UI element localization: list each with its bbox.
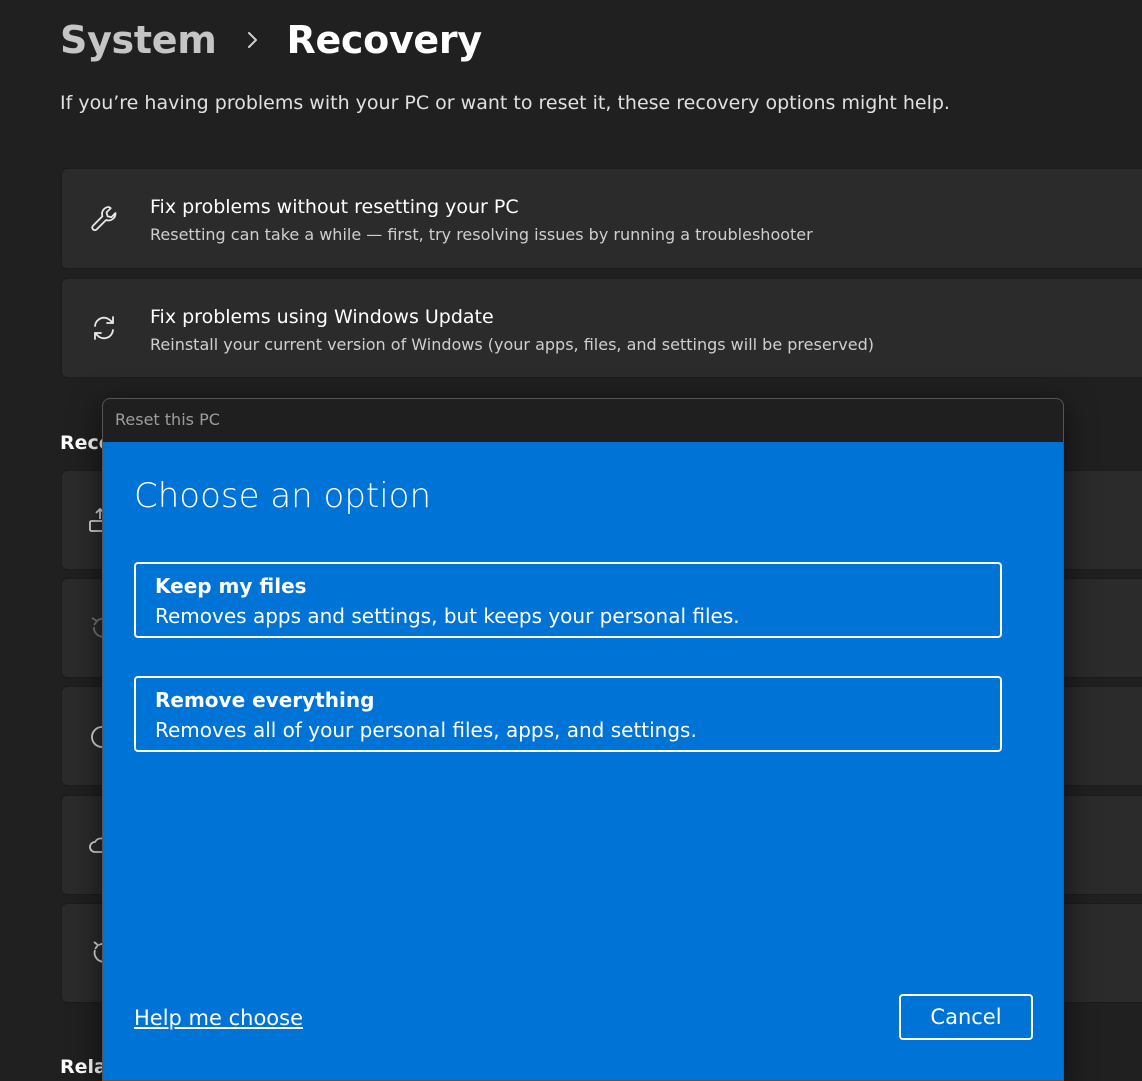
card-subtitle: Resetting can take a while — first, try … xyxy=(150,225,813,244)
card-subtitle: Reinstall your current version of Window… xyxy=(150,335,874,354)
card-title: Fix problems without resetting your PC xyxy=(150,196,519,218)
dialog-titlebar[interactable]: Reset this PC xyxy=(103,399,1063,442)
fix-without-reset-card[interactable]: Fix problems without resetting your PC R… xyxy=(61,168,1142,269)
keep-my-files-button[interactable]: Keep my files Removes apps and settings,… xyxy=(134,562,1002,638)
fix-windows-update-card[interactable]: Fix problems using Windows Update Reinst… xyxy=(61,278,1142,378)
card-title: Fix problems using Windows Update xyxy=(150,306,494,328)
breadcrumb: System Recovery xyxy=(60,12,482,68)
dialog-body: Choose an option Keep my files Removes a… xyxy=(103,442,1063,1080)
reset-pc-dialog: Reset this PC Choose an option Keep my f… xyxy=(102,398,1064,1081)
dialog-heading: Choose an option xyxy=(134,476,432,516)
breadcrumb-system-link[interactable]: System xyxy=(60,18,217,62)
help-me-choose-link[interactable]: Help me choose xyxy=(134,1006,303,1030)
page-title: Recovery xyxy=(286,18,483,62)
option-description: Removes apps and settings, but keeps you… xyxy=(155,604,740,628)
cancel-button[interactable]: Cancel xyxy=(899,994,1033,1040)
dialog-title: Reset this PC xyxy=(115,410,220,429)
page-description: If you’re having problems with your PC o… xyxy=(60,92,950,114)
chevron-right-icon xyxy=(239,26,267,54)
option-description: Removes all of your personal files, apps… xyxy=(155,718,697,742)
sync-icon xyxy=(88,312,120,344)
option-title: Remove everything xyxy=(155,688,375,712)
option-title: Keep my files xyxy=(155,574,307,598)
remove-everything-button[interactable]: Remove everything Removes all of your pe… xyxy=(134,676,1002,752)
settings-page: System Recovery If you’re having problem… xyxy=(0,0,1142,1081)
wrench-icon xyxy=(88,203,120,235)
